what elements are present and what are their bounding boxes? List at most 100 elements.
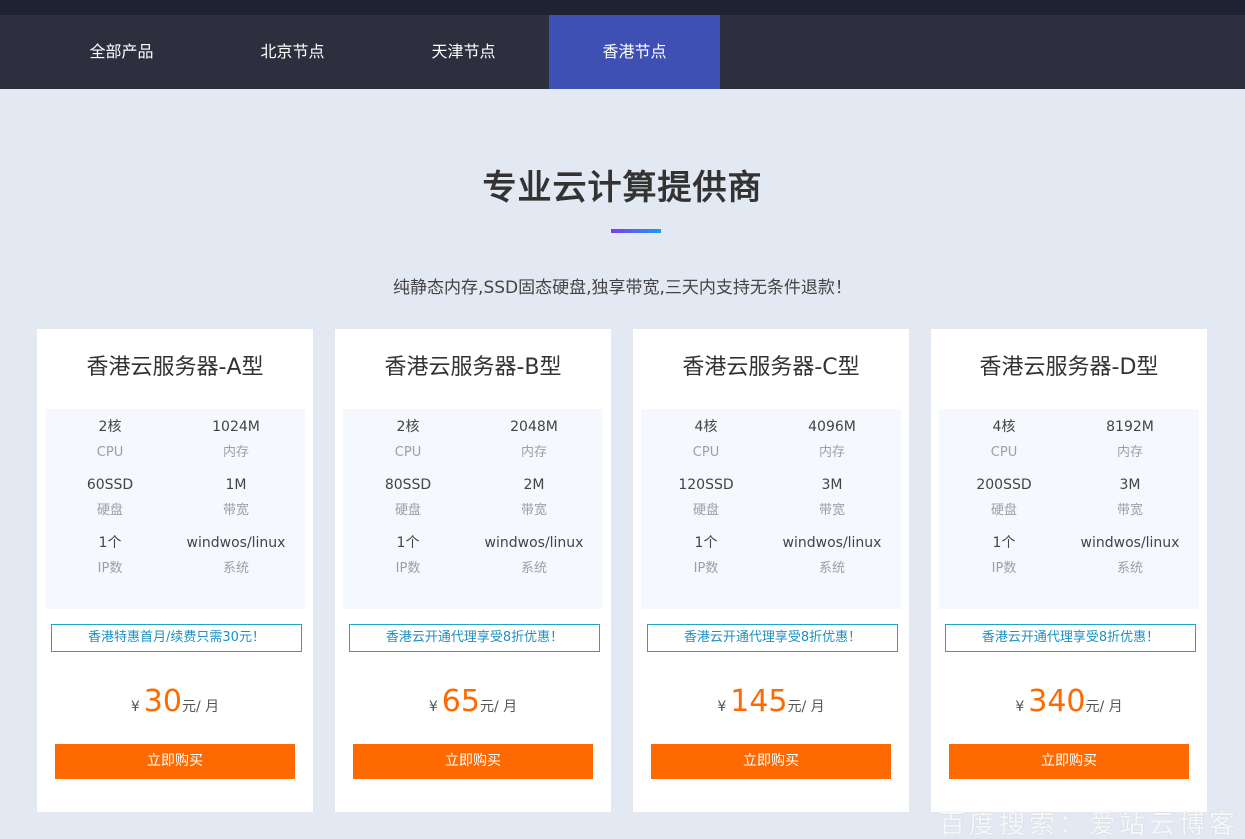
spec-label: 带宽 bbox=[520, 503, 547, 518]
spec-os: windwos/linux 系统 bbox=[469, 530, 599, 582]
spec-value: 4核 bbox=[992, 419, 1016, 435]
spec-value: 2M bbox=[523, 477, 545, 493]
tab-all-products[interactable]: 全部产品 bbox=[36, 15, 207, 89]
buy-button[interactable]: 立即购买 bbox=[55, 744, 295, 779]
spec-label: 硬盘 bbox=[394, 503, 421, 518]
spec-value: 200SSD bbox=[976, 477, 1032, 493]
spec-value: 3M bbox=[821, 477, 843, 493]
price-unit: 元/ 月 bbox=[479, 699, 518, 715]
tab-beijing[interactable]: 北京节点 bbox=[207, 15, 378, 89]
spec-label: CPU bbox=[692, 445, 720, 460]
spec-label: 硬盘 bbox=[990, 503, 1017, 518]
title-underline bbox=[611, 229, 661, 233]
spec-value: 4096M bbox=[808, 419, 856, 435]
currency-symbol: ¥ bbox=[1015, 699, 1025, 715]
spec-value: 1024M bbox=[212, 419, 260, 435]
price-unit: 元/ 月 bbox=[181, 699, 220, 715]
promo-badge: 香港云开通代理享受8折优惠！ bbox=[349, 624, 600, 652]
spec-ip: 1个 IP数 bbox=[343, 530, 473, 582]
spec-label: IP数 bbox=[395, 561, 421, 576]
plan-title: 香港云服务器-A型 bbox=[86, 355, 264, 380]
spec-ip: 1个 IP数 bbox=[45, 530, 175, 582]
spec-value: 2核 bbox=[98, 419, 122, 435]
spec-label: 内存 bbox=[818, 445, 845, 460]
spec-memory: 1024M 内存 bbox=[171, 414, 301, 466]
spec-value: 60SSD bbox=[86, 477, 134, 493]
promo-badge: 香港云开通代理享受8折优惠！ bbox=[945, 624, 1196, 652]
price: ¥30元/ 月 bbox=[37, 684, 313, 719]
spec-label: 内存 bbox=[222, 445, 249, 460]
spec-value: 1M bbox=[225, 477, 247, 493]
spec-os: windwos/linux 系统 bbox=[767, 530, 897, 582]
spec-cpu: 2核 CPU bbox=[45, 414, 175, 466]
plan-title: 香港云服务器-D型 bbox=[979, 355, 1159, 380]
spec-label: 带宽 bbox=[222, 503, 249, 518]
spec-value: 2048M bbox=[510, 419, 558, 435]
spec-value: 1个 bbox=[396, 535, 420, 551]
spec-label: 内存 bbox=[1116, 445, 1143, 460]
spec-box: 2核 CPU 1024M 内存 60SSD 硬盘 1M 带宽 1个 IP数 wi… bbox=[45, 409, 305, 609]
spec-os: windwos/linux 系统 bbox=[171, 530, 301, 582]
spec-memory: 2048M 内存 bbox=[469, 414, 599, 466]
spec-label: IP数 bbox=[693, 561, 719, 576]
spec-label: IP数 bbox=[991, 561, 1017, 576]
spec-label: CPU bbox=[990, 445, 1018, 460]
spec-label: 带宽 bbox=[1116, 503, 1143, 518]
buy-button[interactable]: 立即购买 bbox=[353, 744, 593, 779]
tab-hongkong[interactable]: 香港节点 bbox=[549, 15, 720, 89]
price: ¥145元/ 月 bbox=[633, 684, 909, 719]
spec-bandwidth: 3M 带宽 bbox=[1065, 472, 1195, 524]
spec-box: 4核 CPU 4096M 内存 120SSD 硬盘 3M 带宽 1个 IP数 w… bbox=[641, 409, 901, 609]
spec-box: 4核 CPU 8192M 内存 200SSD 硬盘 3M 带宽 1个 IP数 w… bbox=[939, 409, 1199, 609]
buy-button[interactable]: 立即购买 bbox=[651, 744, 891, 779]
plan-card-c: 香港云服务器-C型 4核 CPU 4096M 内存 120SSD 硬盘 3M 带… bbox=[632, 328, 910, 813]
price: ¥340元/ 月 bbox=[931, 684, 1207, 719]
spec-memory: 8192M 内存 bbox=[1065, 414, 1195, 466]
currency-symbol: ¥ bbox=[717, 699, 727, 715]
spec-disk: 80SSD 硬盘 bbox=[343, 472, 473, 524]
spec-label: 带宽 bbox=[818, 503, 845, 518]
plan-title: 香港云服务器-C型 bbox=[682, 355, 860, 380]
spec-label: 硬盘 bbox=[96, 503, 123, 518]
price: ¥65元/ 月 bbox=[335, 684, 611, 719]
promo-badge: 香港云开通代理享受8折优惠！ bbox=[647, 624, 898, 652]
spec-os: windwos/linux 系统 bbox=[1065, 530, 1195, 582]
spec-value: 4核 bbox=[694, 419, 718, 435]
spec-bandwidth: 1M 带宽 bbox=[171, 472, 301, 524]
spec-value: 1个 bbox=[98, 535, 122, 551]
plan-card-d: 香港云服务器-D型 4核 CPU 8192M 内存 200SSD 硬盘 3M 带… bbox=[930, 328, 1208, 813]
spec-label: 系统 bbox=[520, 561, 547, 576]
currency-symbol: ¥ bbox=[130, 699, 140, 715]
spec-value: 1个 bbox=[992, 535, 1016, 551]
top-strip bbox=[0, 0, 1245, 15]
spec-value: 3M bbox=[1119, 477, 1141, 493]
spec-label: 系统 bbox=[222, 561, 249, 576]
top-nav: 全部产品 北京节点 天津节点 香港节点 bbox=[0, 15, 1245, 89]
spec-label: 内存 bbox=[520, 445, 547, 460]
price-amount: 30 bbox=[143, 684, 182, 719]
spec-label: CPU bbox=[394, 445, 422, 460]
spec-disk: 120SSD 硬盘 bbox=[641, 472, 771, 524]
spec-value: 80SSD bbox=[384, 477, 432, 493]
price-amount: 145 bbox=[730, 684, 788, 719]
spec-label: IP数 bbox=[97, 561, 123, 576]
spec-value: windwos/linux bbox=[1080, 535, 1180, 551]
spec-disk: 60SSD 硬盘 bbox=[45, 472, 175, 524]
spec-label: 系统 bbox=[1116, 561, 1143, 576]
spec-value: 1个 bbox=[694, 535, 718, 551]
currency-symbol: ¥ bbox=[428, 699, 438, 715]
price-amount: 340 bbox=[1028, 684, 1086, 719]
tab-tianjin[interactable]: 天津节点 bbox=[378, 15, 549, 89]
plan-card-a: 香港云服务器-A型 2核 CPU 1024M 内存 60SSD 硬盘 1M 带宽… bbox=[36, 328, 314, 813]
spec-memory: 4096M 内存 bbox=[767, 414, 897, 466]
spec-ip: 1个 IP数 bbox=[641, 530, 771, 582]
spec-label: 系统 bbox=[818, 561, 845, 576]
spec-value: 2核 bbox=[396, 419, 420, 435]
spec-cpu: 4核 CPU bbox=[641, 414, 771, 466]
spec-label: CPU bbox=[96, 445, 124, 460]
price-unit: 元/ 月 bbox=[787, 699, 825, 715]
spec-cpu: 4核 CPU bbox=[939, 414, 1069, 466]
buy-button[interactable]: 立即购买 bbox=[949, 744, 1189, 779]
page-subtitle: 纯静态内存,SSD固态硬盘,独享带宽,三天内支持无条件退款！ bbox=[393, 278, 852, 298]
plan-title: 香港云服务器-B型 bbox=[384, 355, 562, 380]
